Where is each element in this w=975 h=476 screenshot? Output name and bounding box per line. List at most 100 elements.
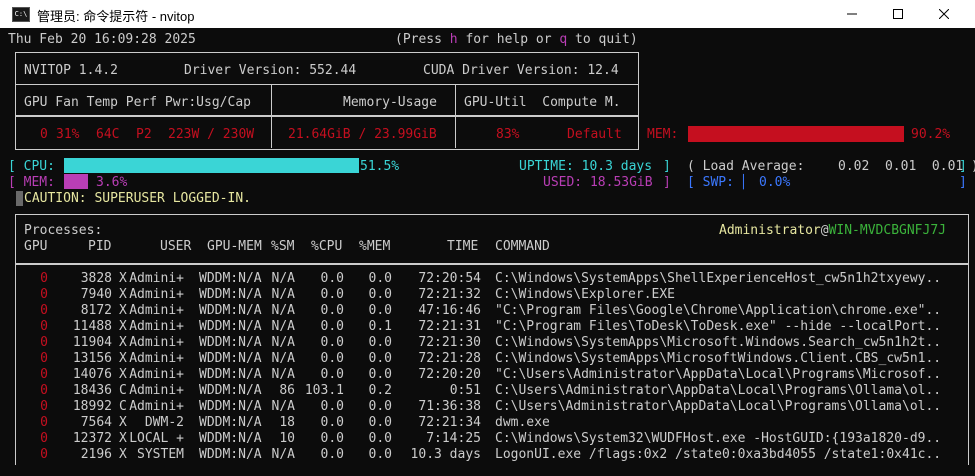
table-row[interactable]: 0 11904 X Admini+ WDDM:N/A N/A 0.0 0.0 72:21:30 C… xyxy=(0,334,975,351)
user-host: Administrator@WIN-MVDCBGNFJ7J xyxy=(719,223,946,238)
proc-command: C:\Users\Administrator\AppData\Local\Pro… xyxy=(495,399,942,414)
proc-command: C:\Windows\SystemApps\MicrosoftWindows.C… xyxy=(495,351,942,366)
proc-cpu: 0.0 xyxy=(320,367,344,382)
info-line: NVITOP 1.4.2 Driver Version: 552.44 CUDA… xyxy=(0,62,619,79)
util-col-header: GPU-Util Compute M. xyxy=(464,95,621,110)
mem-label: [ MEM: xyxy=(8,175,55,190)
proc-type: C xyxy=(119,399,127,414)
table-row[interactable]: 0 12372 X LOCAL + WDDM:N/A 10 0.0 0.0 7:14:25 C:\… xyxy=(0,430,975,447)
proc-time: 47:16:46 xyxy=(418,303,481,318)
divider xyxy=(271,84,272,148)
terminal-area[interactable]: Thu Feb 20 16:09:28 2025 (Press h for he… xyxy=(0,28,975,476)
proc-gpu: 0 xyxy=(40,431,48,446)
cpu-line: [ CPU: 51.5% UPTIME: 10.3 days ] ( Load … xyxy=(0,158,975,175)
gpu-header-line: GPU Fan Temp Perf Pwr:Usg/Cap Memory-Usa… xyxy=(0,94,621,111)
proc-pid: 13156 xyxy=(72,351,112,366)
table-row[interactable]: 0 13156 X Admini+ WDDM:N/A N/A 0.0 0.0 72:21:28 C… xyxy=(0,350,975,367)
proc-sm: N/A xyxy=(271,271,295,286)
app-version: NVITOP 1.4.2 xyxy=(24,63,118,78)
proc-command: C:\Users\Administrator\AppData\Local\Pro… xyxy=(495,383,942,398)
col-time: TIME xyxy=(447,239,479,254)
proc-gpu: 0 xyxy=(40,335,48,350)
proc-gpu: 0 xyxy=(40,415,48,430)
proc-command: "C:\Users\Administrator\AppData\Local\Pr… xyxy=(495,367,942,382)
terminal-icon: C:\ xyxy=(12,7,30,22)
table-row[interactable]: 0 8172 X Admini+ WDDM:N/A N/A 0.0 0.0 47:16:46 "C… xyxy=(0,302,975,319)
proc-mem: 0.0 xyxy=(368,303,392,318)
proc-gpu: 0 xyxy=(40,399,48,414)
gpu-index: 0 xyxy=(40,127,48,142)
proc-type: X xyxy=(119,335,127,350)
proc-gpu-mem: WDDM:N/A xyxy=(199,431,262,446)
cpu-label: [ CPU: xyxy=(8,159,55,174)
proc-mem: 0.0 xyxy=(368,335,392,350)
proc-pid: 11904 xyxy=(72,335,112,350)
processes-title: Processes: xyxy=(24,223,103,238)
proc-command: C:\Windows\System32\WUDFHost.exe -HostGU… xyxy=(495,431,942,446)
proc-sm: N/A xyxy=(271,351,295,366)
gpu-mem-label: MEM: xyxy=(647,127,679,142)
gpu-mem-bar xyxy=(688,126,904,142)
table-row[interactable]: 0 11488 X Admini+ WDDM:N/A N/A 0.0 0.1 72:21:31 "… xyxy=(0,318,975,335)
col-mem: %MEM xyxy=(359,239,391,254)
table-row[interactable]: 0 7940 X Admini+ WDDM:N/A N/A 0.0 0.0 72:21:32 C:… xyxy=(0,286,975,303)
gpu-fan: 31% xyxy=(56,127,80,142)
table-row[interactable]: 0 3828 X Admini+ WDDM:N/A N/A 0.0 0.0 72:20:54 C:… xyxy=(0,270,975,287)
table-row[interactable]: 0 14076 X Admini+ WDDM:N/A N/A 0.0 0.0 72:20:20 "… xyxy=(0,366,975,383)
proc-mem: 0.0 xyxy=(368,367,392,382)
proc-time: 72:20:20 xyxy=(418,367,481,382)
bracket: ▏ xyxy=(743,175,751,190)
proc-pid: 2196 xyxy=(80,447,112,462)
gpu-perf: P2 xyxy=(136,127,152,142)
bracket: ] xyxy=(663,159,671,174)
proc-type: X xyxy=(119,319,127,334)
proc-user: Admini+ xyxy=(129,367,184,382)
proc-pid: 8172 xyxy=(80,303,112,318)
gpu-power: 223W / 230W xyxy=(168,127,255,142)
proc-mem: 0.0 xyxy=(368,415,392,430)
table-row[interactable]: 0 18436 C Admini+ WDDM:N/A 86 103.1 0.2 0:51 C:\U… xyxy=(0,382,975,399)
proc-time: 72:21:32 xyxy=(418,287,481,302)
proc-time: 72:21:28 xyxy=(418,351,481,366)
close-button[interactable] xyxy=(921,0,967,28)
proc-sm: N/A xyxy=(271,303,295,318)
proc-cpu: 0.0 xyxy=(320,319,344,334)
proc-type: X xyxy=(119,447,127,462)
help-hint: (Press h for help or q to quit) xyxy=(395,32,638,47)
table-row[interactable]: 0 2196 X SYSTEM WDDM:N/A N/A 0.0 0.0 10.3 days Lo… xyxy=(0,446,975,463)
proc-command: C:\Windows\Explorer.EXE xyxy=(495,287,676,302)
minimize-button[interactable] xyxy=(829,0,875,28)
cpu-bar xyxy=(64,158,359,173)
col-command: COMMAND xyxy=(495,239,550,254)
proc-cpu: 0.0 xyxy=(320,351,344,366)
proc-type: X xyxy=(119,351,127,366)
proc-gpu-mem: WDDM:N/A xyxy=(199,303,262,318)
proc-gpu-mem: WDDM:N/A xyxy=(199,319,262,334)
proc-type: C xyxy=(119,383,127,398)
load-average-values: 0.02 0.01 0.01 ) xyxy=(838,159,975,174)
proc-pid: 7940 xyxy=(80,287,112,302)
proc-user: Admini+ xyxy=(129,335,184,350)
proc-command: C:\Windows\SystemApps\Microsoft.Windows.… xyxy=(495,335,942,350)
proc-pid: 18992 xyxy=(72,399,112,414)
table-row[interactable]: 0 7564 X DWM-2 WDDM:N/A 18 0.0 0.0 72:21:34 dwm.e… xyxy=(0,414,975,431)
table-row[interactable]: 0 18992 C Admini+ WDDM:N/A N/A 0.0 0.0 71:36:38 C… xyxy=(0,398,975,415)
proc-cpu: 0.0 xyxy=(320,271,344,286)
proc-time: 72:20:54 xyxy=(418,271,481,286)
proc-cpu: 0.0 xyxy=(320,399,344,414)
proc-gpu: 0 xyxy=(40,447,48,462)
proc-mem: 0.2 xyxy=(368,383,392,398)
proc-user: DWM-2 xyxy=(144,415,184,430)
gpu-compute-mode: Default xyxy=(567,127,622,142)
proc-cpu: 0.0 xyxy=(320,415,344,430)
proc-gpu-mem: WDDM:N/A xyxy=(199,415,262,430)
maximize-button[interactable] xyxy=(875,0,921,28)
proc-user: Admini+ xyxy=(129,399,184,414)
proc-gpu-mem: WDDM:N/A xyxy=(199,447,262,462)
proc-pid: 14076 xyxy=(72,367,112,382)
proc-sm: N/A xyxy=(271,319,295,334)
close-icon xyxy=(939,9,949,19)
proc-gpu: 0 xyxy=(40,303,48,318)
process-columns: GPU PID USER GPU-MEM %SM %CPU %MEM TIME … xyxy=(0,238,550,255)
col-pid: PID xyxy=(88,239,112,254)
